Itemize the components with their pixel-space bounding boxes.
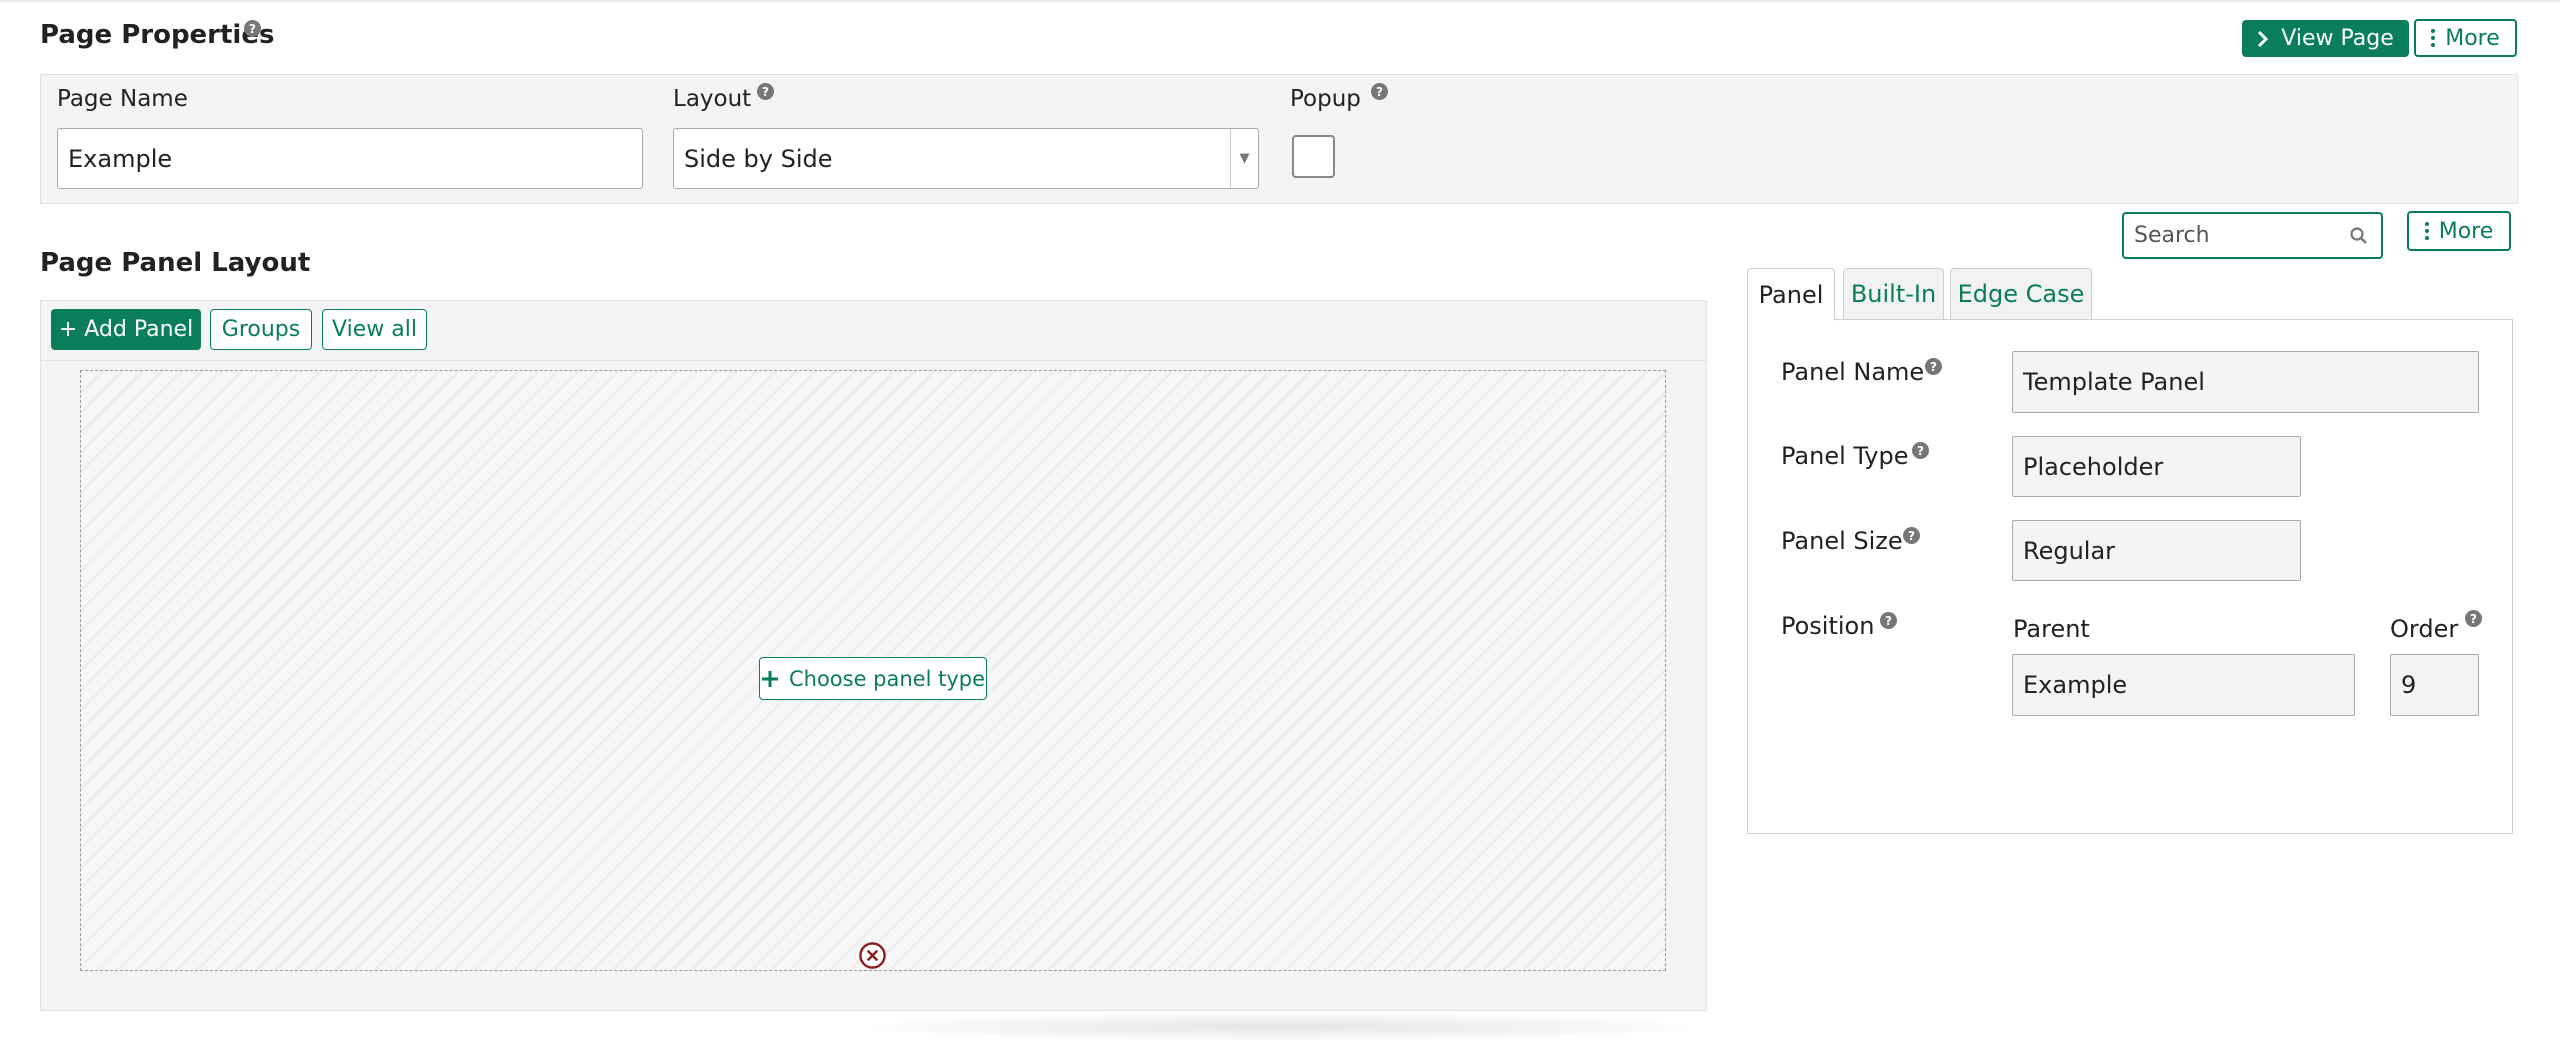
panel-size-value: Regular <box>2023 536 2116 565</box>
kebab-icon <box>2431 29 2436 47</box>
tab-built-in[interactable]: Built-In <box>1843 268 1944 319</box>
parent-value: Example <box>2023 671 2128 699</box>
panel-name-label: Panel Name <box>1781 358 1925 386</box>
kebab-icon <box>2424 222 2429 240</box>
more-label: More <box>2445 25 2500 51</box>
parent-input[interactable]: Example <box>2012 654 2355 716</box>
layout-label: Layout <box>673 86 752 112</box>
popup-label: Popup <box>1290 86 1361 112</box>
help-icon[interactable]: ? <box>2465 610 2482 627</box>
view-page-button[interactable]: View Page <box>2242 20 2409 57</box>
help-icon[interactable]: ? <box>1903 527 1920 544</box>
more-label: More <box>2438 218 2494 244</box>
tab-panel[interactable]: Panel <box>1747 268 1835 321</box>
bottom-shadow <box>875 1014 1685 1040</box>
panel-type-input[interactable]: Placeholder <box>2012 436 2301 497</box>
view-all-button[interactable]: View all <box>322 309 427 350</box>
help-icon[interactable]: ? <box>1880 612 1897 629</box>
help-icon[interactable]: ? <box>1371 83 1388 100</box>
groups-button[interactable]: Groups <box>210 309 312 350</box>
search-placeholder: Search <box>2134 223 2210 248</box>
search-input[interactable]: Search <box>2122 212 2383 259</box>
add-panel-button[interactable]: + Add Panel <box>51 309 201 350</box>
order-input[interactable]: 9 <box>2390 654 2479 716</box>
page-panel-layout-title: Page Panel Layout <box>40 248 311 278</box>
panel-type-value: Placeholder <box>2023 452 2164 481</box>
more-button[interactable]: More <box>2414 19 2517 57</box>
toolbar-divider <box>40 360 1707 361</box>
remove-circle-icon[interactable] <box>858 941 887 970</box>
layout-value: Side by Side <box>684 144 833 173</box>
help-icon[interactable]: ? <box>757 83 774 100</box>
page-name-label: Page Name <box>57 86 188 112</box>
page-name-value: Example <box>68 144 173 173</box>
page-properties-title: Page Properties <box>40 20 275 50</box>
choose-panel-type-label: Choose panel type <box>788 666 986 691</box>
plus-icon <box>761 670 778 687</box>
layout-select[interactable]: Side by Side ▼ <box>673 128 1259 189</box>
chevron-right-icon <box>2258 30 2269 47</box>
popup-checkbox[interactable] <box>1292 135 1335 178</box>
view-page-label: View Page <box>2281 26 2394 51</box>
panel-name-input[interactable]: Template Panel <box>2012 351 2479 413</box>
page-name-input[interactable]: Example <box>57 128 643 189</box>
help-icon[interactable]: ? <box>1912 442 1929 459</box>
order-label: Order <box>2390 615 2459 643</box>
order-value: 9 <box>2401 671 2417 699</box>
help-icon[interactable]: ? <box>244 20 261 37</box>
panel-size-input[interactable]: Regular <box>2012 520 2301 581</box>
help-icon[interactable]: ? <box>1925 358 1942 375</box>
panel-name-value: Template Panel <box>2023 368 2205 396</box>
panel-size-label: Panel Size <box>1781 527 1903 555</box>
parent-label: Parent <box>2013 615 2090 643</box>
search-icon <box>2350 227 2367 244</box>
top-divider <box>0 0 2560 2</box>
position-label: Position <box>1781 612 1875 640</box>
panel-type-label: Panel Type <box>1781 442 1909 470</box>
tab-edge-case[interactable]: Edge Case <box>1950 268 2092 319</box>
choose-panel-type-button[interactable]: Choose panel type <box>759 657 987 700</box>
more-button[interactable]: More <box>2407 211 2511 251</box>
dropdown-arrow-icon: ▼ <box>1230 129 1258 188</box>
